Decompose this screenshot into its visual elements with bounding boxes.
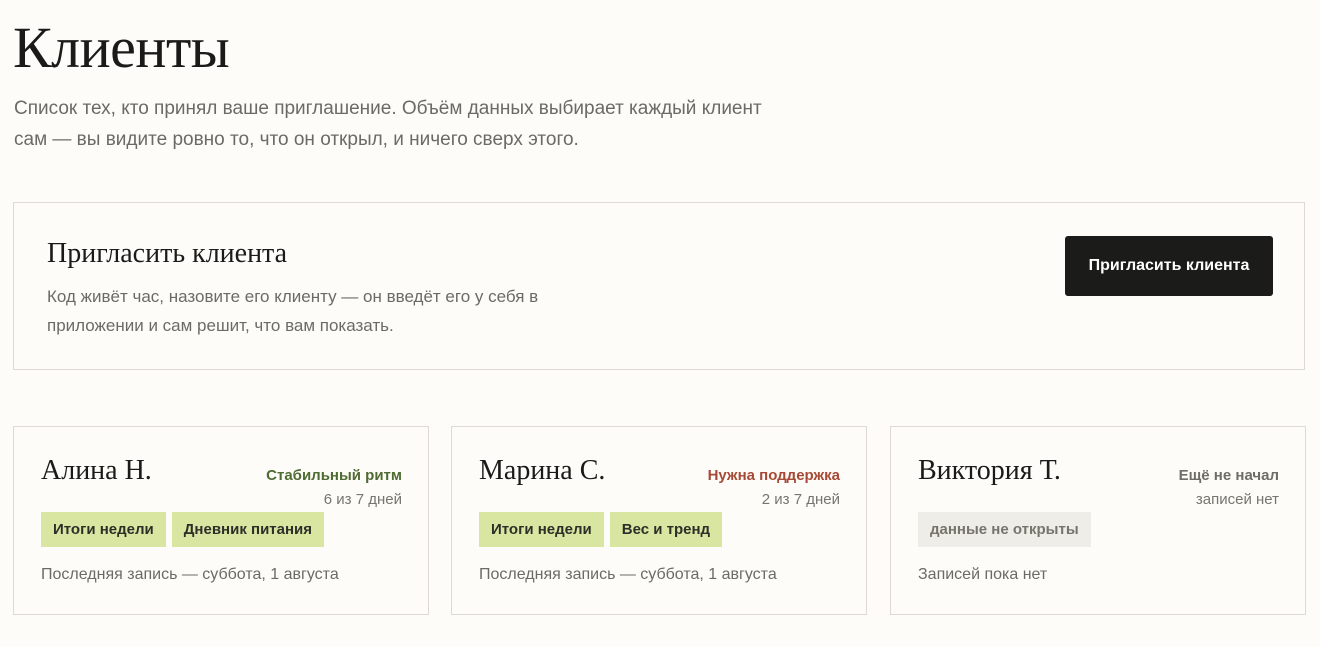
client-status: Стабильный ритм [266,467,402,484]
client-tags: Итоги недели Вес и тренд [479,512,723,547]
tag-food-diary[interactable]: Дневник питания [171,512,325,547]
page-subtitle: Список тех, кто принял ваше приглашение.… [14,98,762,150]
client-days-count: 2 из 7 дней [761,491,840,508]
client-last-entry: Последняя запись — суббота, 1 августа [479,566,777,583]
client-tags: Итоги недели Дневник питания [41,512,325,547]
client-days-count: 6 из 7 дней [323,491,402,508]
tag-weekly-summary[interactable]: Итоги недели [41,512,166,547]
client-name: Виктория Т. [918,455,1061,486]
client-last-entry: Записей пока нет [918,566,1048,583]
client-days-count: записей нет [1195,491,1279,508]
client-last-entry: Последняя запись — суббота, 1 августа [41,566,339,583]
client-card-alina[interactable]: Алина Н. Стабильный ритм 6 из 7 дней Ито… [13,426,429,615]
client-status: Нужна поддержка [707,467,840,484]
invite-description: Код живёт час, назовите его клиенту — он… [47,287,539,335]
client-card-viktoria[interactable]: Виктория Т. Ещё не начал записей нет дан… [890,426,1306,615]
client-name: Алина Н. [41,455,152,486]
tag-weekly-summary[interactable]: Итоги недели [479,512,604,547]
invite-client-button[interactable]: Пригласить клиента [1065,236,1273,296]
client-tags: данные не открыты [918,512,1091,547]
tag-weight-trend[interactable]: Вес и тренд [609,512,723,547]
tag-data-not-shared: данные не открыты [918,512,1091,547]
invite-panel: Пригласить клиента Код живёт час, назови… [13,202,1305,370]
page-title: Клиенты [13,15,230,80]
invite-title: Пригласить клиента [47,238,288,269]
client-card-marina[interactable]: Марина С. Нужна поддержка 2 из 7 дней Ит… [451,426,867,615]
client-status: Ещё не начал [1178,467,1279,484]
client-name: Марина С. [479,455,606,486]
